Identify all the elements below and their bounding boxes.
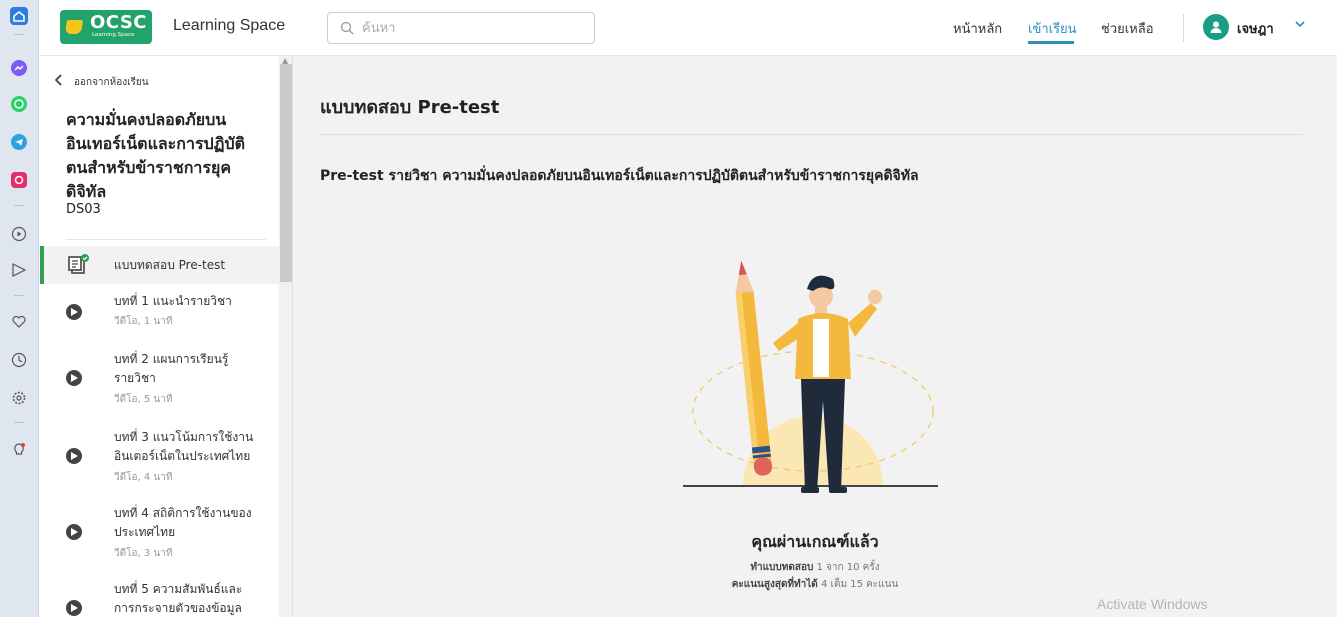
username[interactable]: เจษฎา <box>1237 18 1274 39</box>
play-icon <box>66 304 82 320</box>
book-icon <box>65 20 83 34</box>
lesson-item-5[interactable]: บทที่ 5 ความสัมพันธ์และการกระจายตัวของข้… <box>40 580 279 617</box>
logo-subtext: Learning Space <box>92 32 135 38</box>
attempts-label: ทำแบบทดสอบ <box>750 562 814 573</box>
play-icon <box>66 370 82 386</box>
course-sidebar: ออกจากห้องเรียน ความมั่นคงปลอดภัยบนอินเท… <box>40 56 293 617</box>
back-label: ออกจากห้องเรียน <box>74 76 149 88</box>
chevron-left-icon <box>54 74 64 90</box>
search-box[interactable] <box>327 12 595 44</box>
attempts-stat: ทำแบบทดสอบ 1 จาก 10 ครั้ง <box>293 560 1337 575</box>
main-content: แบบทดสอบ Pre-test Pre-test รายวิชา ความม… <box>293 56 1337 617</box>
course-code: DS03 <box>66 202 101 217</box>
lesson-meta: วีดีโอ, 1 นาที <box>114 316 173 327</box>
quiz-description: Pre-test รายวิชา ความมั่นคงปลอดภัยบนอินเ… <box>320 168 919 184</box>
lesson-meta: วีดีโอ, 3 นาที <box>114 548 173 559</box>
sidebar-scroll-thumb[interactable] <box>280 64 292 282</box>
divider <box>1183 14 1184 42</box>
logo-text: OCSC <box>90 12 148 33</box>
active-nav-indicator <box>1028 41 1074 44</box>
divider <box>320 134 1303 135</box>
lesson-title: แบบทดสอบ Pre-test <box>114 258 226 272</box>
divider <box>66 239 266 240</box>
app-rail <box>0 0 39 617</box>
score-stat: คะแนนสูงสุดที่ทำได้ 4 เต็ม 15 คะแนน <box>293 577 1337 592</box>
lesson-item-2[interactable]: บทที่ 2 แผนการเรียนรู้รายวิชา วีดีโอ, 5 … <box>40 350 279 426</box>
lesson-title: บทที่ 5 ความสัมพันธ์และการกระจายตัวของข้… <box>114 582 243 615</box>
lesson-item-1[interactable]: บทที่ 1 แนะนำรายวิชา วีดีโอ, 1 นาที <box>40 292 279 352</box>
nav-help[interactable]: ช่วยเหลือ <box>1101 18 1154 39</box>
messenger-icon[interactable] <box>9 58 29 78</box>
scroll-up-arrow-icon[interactable]: ▲ <box>282 56 288 65</box>
play-icon <box>66 600 82 616</box>
pass-illustration <box>683 260 938 493</box>
nav-home[interactable]: หน้าหลัก <box>953 18 1002 39</box>
nav-classroom[interactable]: เข้าเรียน <box>1028 18 1077 39</box>
lesson-title: บทที่ 2 แผนการเรียนรู้รายวิชา <box>114 352 229 385</box>
pass-message: คุณผ่านเกณฑ์แล้ว <box>751 532 879 551</box>
play-icon <box>66 448 82 464</box>
back-to-classroom-link[interactable]: ออกจากห้องเรียน <box>54 74 149 90</box>
heart-icon[interactable] <box>9 312 29 332</box>
play-circle-icon[interactable] <box>9 224 29 244</box>
course-title: ความมั่นคงปลอดภัยบนอินเทอร์เน็ตและการปฏิ… <box>66 110 245 201</box>
lesson-item-4[interactable]: บทที่ 4 สถิติการใช้งานของประเทศไทย วีดีโ… <box>40 504 279 580</box>
score-value: 4 เต็ม 15 คะแนน <box>820 579 899 590</box>
lesson-title: บทที่ 4 สถิติการใช้งานของประเทศไทย <box>114 506 252 539</box>
attempts-value: 1 จาก 10 ครั้ง <box>816 562 880 573</box>
whatsapp-icon[interactable] <box>9 94 29 114</box>
lesson-title: บทที่ 1 แนะนำรายวิชา <box>114 294 232 308</box>
windows-activation-watermark: Activate Windows <box>1097 596 1208 612</box>
gear-icon[interactable] <box>9 388 29 408</box>
brand-name: Learning Space <box>173 17 286 34</box>
search-input[interactable] <box>362 20 582 36</box>
lesson-item-pretest[interactable]: แบบทดสอบ Pre-test <box>40 246 279 284</box>
instagram-icon[interactable] <box>9 170 29 190</box>
lesson-meta: วีดีโอ, 4 นาที <box>114 472 173 483</box>
telegram-icon[interactable] <box>9 132 29 152</box>
score-label: คะแนนสูงสุดที่ทำได้ <box>731 579 818 590</box>
lesson-item-3[interactable]: บทที่ 3 แนวโน้มการใช้งานอินเตอร์เน็ตในปร… <box>40 428 279 504</box>
lesson-title: บทที่ 3 แนวโน้มการใช้งานอินเตอร์เน็ตในปร… <box>114 430 254 463</box>
user-icon <box>1210 21 1222 33</box>
top-header: OCSC Learning Space Learning Space หน้าห… <box>40 0 1337 56</box>
send-icon[interactable] <box>9 260 29 280</box>
clock-icon[interactable] <box>9 350 29 370</box>
page-title: แบบทดสอบ Pre-test <box>320 97 500 118</box>
chevron-down-icon[interactable] <box>1294 18 1306 34</box>
ocsc-logo[interactable]: OCSC Learning Space <box>60 10 152 44</box>
play-icon <box>66 524 82 540</box>
home-icon[interactable] <box>9 6 29 26</box>
avatar[interactable] <box>1203 14 1229 40</box>
lightbulb-icon[interactable] <box>9 440 29 460</box>
quiz-icon <box>68 254 89 274</box>
lesson-meta: วีดีโอ, 5 นาที <box>114 394 173 405</box>
search-icon <box>340 21 354 35</box>
